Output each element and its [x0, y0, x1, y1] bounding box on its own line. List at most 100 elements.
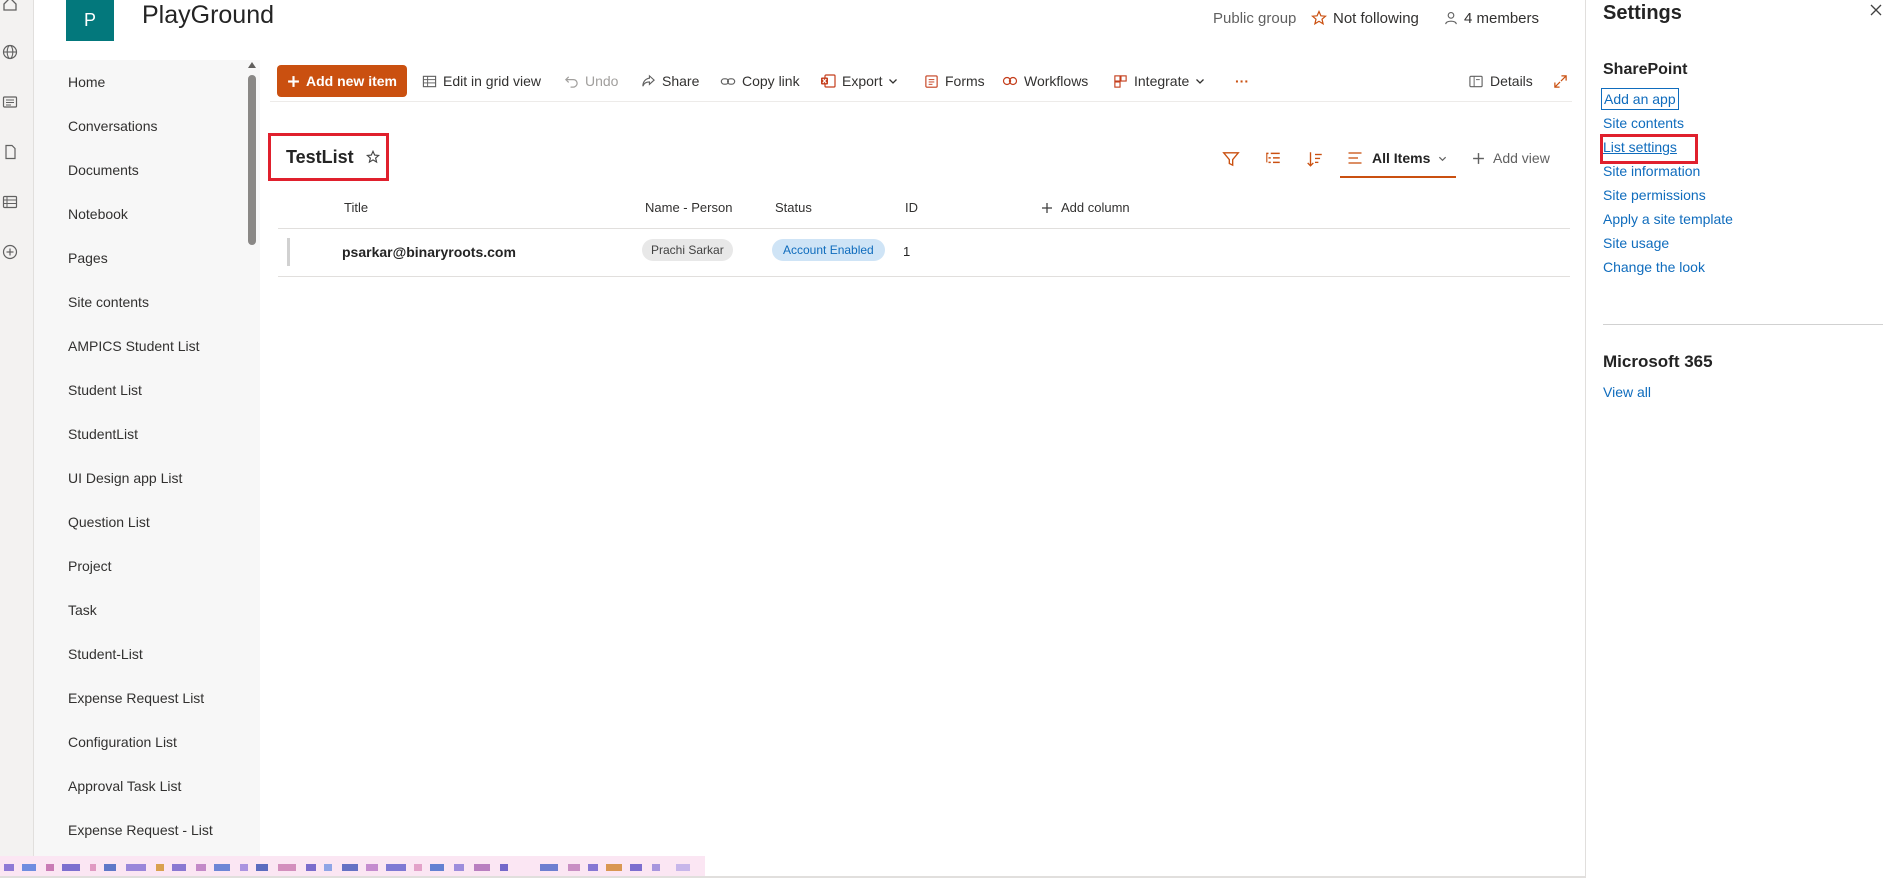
apply-site-template-link[interactable]: Apply a site template	[1603, 209, 1733, 229]
file-icon[interactable]	[0, 142, 20, 162]
add-view-button[interactable]: Add view	[1472, 150, 1550, 166]
add-circle-icon[interactable]	[0, 242, 20, 262]
share-button[interactable]: Share	[641, 70, 699, 92]
add-column-button[interactable]: Add column	[1041, 199, 1130, 217]
redacted-strip	[0, 856, 705, 878]
person-icon	[1444, 11, 1458, 25]
site-title[interactable]: PlayGround	[142, 0, 274, 30]
share-label: Share	[662, 73, 700, 89]
row-divider	[278, 276, 1570, 277]
forms-icon	[924, 74, 939, 89]
export-label: Export	[842, 73, 883, 89]
site-usage-link[interactable]: Site usage	[1603, 233, 1669, 253]
header-divider	[278, 228, 1570, 229]
site-logo[interactable]: P	[66, 0, 114, 41]
nav-item-studentlist[interactable]: StudentList	[68, 424, 138, 444]
person-chip[interactable]: Prachi Sarkar	[642, 239, 733, 261]
nav-item-expense-request-list-2[interactable]: Expense Request - List	[68, 820, 213, 840]
column-header-name-person[interactable]: Name - Person	[645, 199, 732, 217]
view-all-link[interactable]: View all	[1603, 382, 1651, 402]
add-column-label: Add column	[1061, 200, 1130, 215]
nav-item-task[interactable]: Task	[68, 600, 97, 620]
pane-divider	[1603, 324, 1883, 325]
group-privacy: Public group	[1213, 9, 1297, 27]
details-button[interactable]: Details	[1468, 70, 1533, 92]
nav-item-notebook[interactable]: Notebook	[68, 204, 128, 224]
nav-item-documents[interactable]: Documents	[68, 160, 139, 180]
settings-pane: Settings SharePoint Add an app Site cont…	[1585, 0, 1901, 878]
nav-item-site-contents[interactable]: Site contents	[68, 292, 149, 312]
list-icon[interactable]	[0, 192, 20, 212]
settings-title: Settings	[1603, 2, 1682, 24]
nav-item-expense-request-list[interactable]: Expense Request List	[68, 688, 204, 708]
workflows-button[interactable]: Workflows	[1002, 70, 1088, 92]
nav-item-configuration-list[interactable]: Configuration List	[68, 732, 177, 752]
column-header-title[interactable]: Title	[344, 199, 368, 217]
plus-icon	[1472, 152, 1485, 165]
nav-item-home[interactable]: Home	[68, 72, 105, 92]
cell-title[interactable]: psarkar@binaryroots.com	[342, 241, 516, 263]
export-button[interactable]: Export	[820, 70, 898, 92]
favorite-star-icon[interactable]	[365, 150, 380, 164]
nav-item-conversations[interactable]: Conversations	[68, 116, 158, 136]
follow-button[interactable]: Not following	[1311, 8, 1419, 28]
chevron-down-icon	[1195, 76, 1205, 86]
close-icon[interactable]	[1868, 2, 1886, 20]
plus-icon	[1041, 202, 1053, 214]
excel-icon	[820, 73, 836, 89]
view-list-icon	[1346, 150, 1364, 166]
nav-item-approval-task-list[interactable]: Approval Task List	[68, 776, 181, 796]
news-icon[interactable]	[0, 92, 20, 112]
nav-scroll-up-arrow[interactable]	[248, 62, 256, 68]
edit-grid-view-button[interactable]: Edit in grid view	[422, 70, 541, 92]
details-label: Details	[1490, 73, 1533, 89]
nav-scrollbar-thumb[interactable]	[248, 75, 256, 245]
forms-button[interactable]: Forms	[924, 70, 985, 92]
add-new-item-button[interactable]: Add new item	[277, 65, 407, 97]
plus-icon	[287, 75, 300, 88]
details-pane-icon	[1468, 74, 1484, 89]
nav-item-student-list[interactable]: Student List	[68, 380, 142, 400]
nav-item-project[interactable]: Project	[68, 556, 112, 576]
list-title[interactable]: TestList	[286, 147, 354, 168]
site-permissions-link[interactable]: Site permissions	[1603, 185, 1706, 205]
change-the-look-link[interactable]: Change the look	[1603, 257, 1705, 277]
column-header-id[interactable]: ID	[905, 199, 918, 217]
nav-item-pages[interactable]: Pages	[68, 248, 108, 268]
star-icon	[1311, 10, 1327, 26]
copy-link-button[interactable]: Copy link	[720, 70, 800, 92]
filter-icon[interactable]	[1222, 148, 1240, 170]
edit-grid-view-label: Edit in grid view	[443, 73, 542, 89]
home-icon[interactable]	[0, 0, 20, 14]
nav-item-question-list[interactable]: Question List	[68, 512, 150, 532]
sort-icon[interactable]	[1306, 148, 1324, 170]
view-selector-all-items[interactable]: All Items	[1340, 140, 1456, 178]
site-contents-link[interactable]: Site contents	[1603, 113, 1684, 133]
workflow-icon	[1002, 73, 1018, 89]
nav-item-ui-design-app-list[interactable]: UI Design app List	[68, 468, 182, 488]
view-name-label: All Items	[1372, 150, 1431, 166]
group-by-icon[interactable]	[1264, 148, 1282, 170]
add-new-item-label: Add new item	[305, 73, 397, 89]
chevron-down-icon	[1438, 154, 1447, 163]
nav-item-student-list-hyphen[interactable]: Student-List	[68, 644, 143, 664]
row-selection-bar[interactable]	[287, 238, 290, 266]
undo-button[interactable]: Undo	[564, 70, 618, 92]
site-information-link[interactable]: Site information	[1603, 161, 1700, 181]
integrate-button[interactable]: Integrate	[1113, 70, 1205, 92]
more-options-button[interactable]: ···	[1235, 70, 1249, 92]
nav-item-ampics-student-list[interactable]: AMPICS Student List	[68, 336, 200, 356]
app-rail	[0, 0, 34, 878]
grid-icon	[422, 74, 437, 89]
follow-label: Not following	[1333, 9, 1419, 27]
members-button[interactable]: 4 members	[1444, 8, 1539, 28]
list-title-highlight: TestList	[268, 133, 389, 181]
add-an-app-link[interactable]: Add an app	[1601, 88, 1679, 110]
expand-icon[interactable]	[1553, 70, 1568, 92]
undo-label: Undo	[585, 73, 619, 89]
globe-icon[interactable]	[0, 42, 20, 62]
list-settings-highlight	[1600, 134, 1698, 164]
add-view-label: Add view	[1493, 150, 1550, 166]
forms-label: Forms	[945, 73, 985, 89]
column-header-status[interactable]: Status	[775, 199, 812, 217]
